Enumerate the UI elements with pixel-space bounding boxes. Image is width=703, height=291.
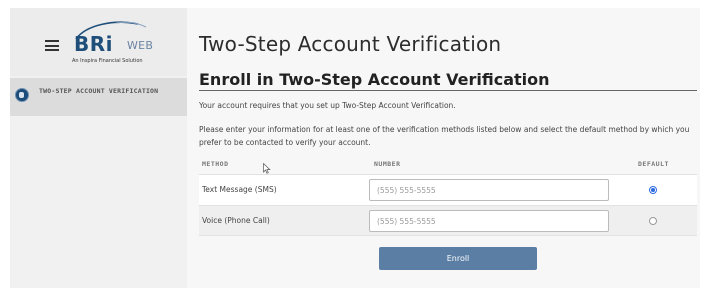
logo-tagline: An Inspira Financial Solution [72,58,143,64]
logo-brand: BRi [74,32,113,56]
mouse-cursor-icon [263,163,271,174]
page-title: Two-Step Account Verification [199,32,502,56]
table-row-voice: Voice (Phone Call) [199,205,697,236]
main-content: Two-Step Account Verification Enroll in … [187,8,700,288]
app-frame: BRi WEB An Inspira Financial Solution TW… [10,8,700,288]
sidebar-item-label: TWO-STEP ACCOUNT VERIFICATION [39,87,159,95]
bri-logo: BRi WEB An Inspira Financial Solution [72,20,154,70]
sms-number-input[interactable] [369,179,609,201]
section-title: Enroll in Two-Step Account Verification [199,70,550,89]
instructions-text: Please enter your information for at lea… [199,125,690,147]
sms-default-radio[interactable] [649,186,657,194]
method-label: Voice (Phone Call) [202,216,270,225]
voice-number-input[interactable] [369,210,609,232]
hamburger-menu-icon[interactable] [45,40,59,51]
table-row-sms: Text Message (SMS) [199,174,697,205]
shield-lock-icon [15,88,29,102]
sidebar-item-two-step-verification[interactable]: TWO-STEP ACCOUNT VERIFICATION [10,78,187,116]
intro-text: Your account requires that you set up Tw… [199,101,456,110]
column-header-number: NUMBER [374,160,401,168]
voice-default-radio[interactable] [649,217,657,225]
logo-suffix: WEB [127,39,154,52]
enroll-button[interactable]: Enroll [379,247,537,270]
sidebar-header: BRi WEB An Inspira Financial Solution [10,8,187,76]
column-header-default: DEFAULT [638,160,669,168]
sidebar: BRi WEB An Inspira Financial Solution TW… [10,8,187,288]
column-header-method: METHOD [202,160,229,168]
section-divider [199,90,697,91]
method-label: Text Message (SMS) [202,185,277,194]
